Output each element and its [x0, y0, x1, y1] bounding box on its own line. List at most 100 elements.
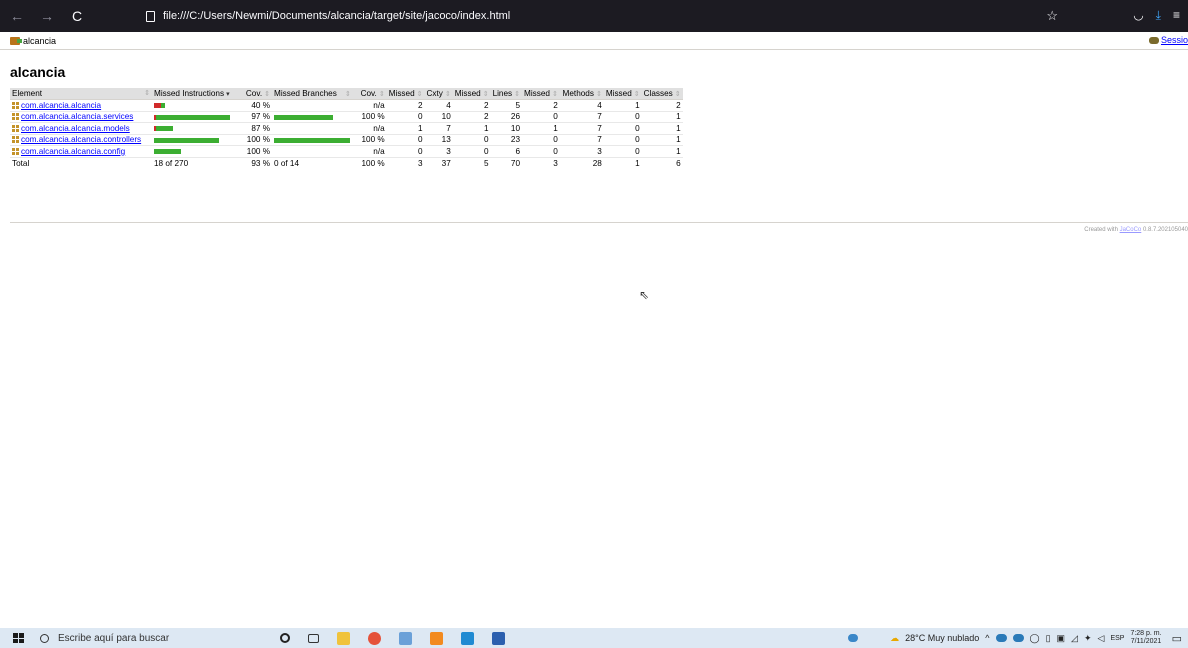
instr-cov: 87 %: [234, 122, 272, 135]
pocket-icon[interactable]: ◡: [1133, 8, 1143, 23]
taskbar-search[interactable]: Escribe aquí para buscar: [40, 633, 250, 644]
lines: 23: [490, 134, 523, 146]
total-label: Total: [10, 156, 152, 169]
package-link[interactable]: com.alcancia.alcancia.models: [21, 124, 130, 133]
element-cell: com.alcancia.alcancia: [10, 99, 152, 112]
methods-missed: 1: [522, 122, 560, 135]
file-explorer-icon[interactable]: [337, 631, 350, 645]
col-missed-instructions[interactable]: Missed Instructions ▾: [152, 88, 234, 100]
col-missed-branches[interactable]: Missed Branches ⇕: [272, 88, 353, 100]
word-icon[interactable]: [492, 631, 505, 645]
package-link[interactable]: com.alcancia.alcancia.config: [21, 147, 125, 156]
total-lines: 70: [490, 156, 523, 169]
app-icon[interactable]: [399, 631, 412, 645]
col-branch-cov[interactable]: Cov. ⇕: [352, 88, 387, 100]
forward-icon[interactable]: →: [40, 8, 54, 24]
address-bar[interactable]: file:///C:/Users/Newmi/Documents/alcanci…: [140, 5, 1078, 27]
menu-icon[interactable]: ≡: [1173, 8, 1180, 23]
branch-coverage-bar: [274, 137, 350, 143]
coverage-table: Element ⇕ Missed Instructions ▾ Cov. ⇕ Miss…: [10, 88, 683, 169]
weather-text[interactable]: 28°C Muy nublado: [905, 633, 979, 643]
methods: 7: [559, 134, 604, 146]
lines: 5: [490, 99, 523, 112]
cxty: 7: [424, 122, 453, 135]
total-cxty: 37: [424, 156, 453, 169]
instr-bar-cell: [152, 122, 234, 135]
covered-bar: [274, 114, 333, 120]
classes: 1: [641, 122, 683, 135]
footer-version: 0.8.7.202105040: [1141, 227, 1188, 233]
wifi-icon[interactable]: ◿: [1071, 633, 1078, 644]
col-lines-missed[interactable]: Missed ⇕: [452, 88, 491, 100]
col-methods[interactable]: Methods ⇕: [559, 88, 604, 100]
battery-icon[interactable]: ▯: [1046, 633, 1051, 644]
classes-missed: 0: [603, 134, 642, 146]
element-cell: com.alcancia.alcancia.controllers: [10, 134, 152, 146]
lines-missed: 1: [452, 122, 491, 135]
package-link[interactable]: com.alcancia.alcancia.controllers: [21, 135, 141, 144]
vscode-icon[interactable]: [461, 631, 474, 645]
sessions-label[interactable]: Sessio: [1161, 35, 1188, 45]
jacoco-link[interactable]: JaCoCo: [1120, 227, 1142, 233]
language-indicator[interactable]: ESP: [1110, 635, 1124, 642]
package-link[interactable]: com.alcancia.alcancia.services: [21, 112, 133, 121]
help-icon[interactable]: [848, 634, 859, 642]
sessions-link[interactable]: Sessio: [1148, 35, 1188, 45]
lines: 26: [490, 111, 523, 123]
firefox-icon[interactable]: [368, 631, 381, 645]
page-content: alcancia Sessio alcancia Element ⇕ Missed…: [0, 32, 1188, 628]
total-branch: 0 of 14: [272, 156, 353, 169]
back-icon[interactable]: ←: [10, 8, 24, 24]
lines: 6: [490, 145, 523, 158]
notifications-icon[interactable]: ▭: [1172, 632, 1182, 645]
table-header-row: Element ⇕ Missed Instructions ▾ Cov. ⇕ Miss…: [10, 88, 683, 100]
search-placeholder[interactable]: Escribe aquí para buscar: [58, 633, 169, 644]
clock[interactable]: 7:28 p. m. 7/11/2021: [1130, 630, 1161, 646]
network-icon[interactable]: ◯: [1030, 633, 1040, 644]
methods-missed: 0: [522, 111, 560, 123]
col-classes-missed[interactable]: Missed ⇕: [603, 88, 642, 100]
package-link[interactable]: com.alcancia.alcancia: [21, 101, 101, 110]
methods: 7: [559, 111, 604, 123]
cloud-icon[interactable]: [995, 634, 1007, 642]
cxty-missed: 0: [386, 134, 425, 146]
nav-buttons: ← → C: [10, 8, 150, 24]
instr-bar-cell: [152, 134, 234, 146]
url-text[interactable]: file:///C:/Users/Newmi/Documents/alcanci…: [163, 10, 510, 22]
covered-bar: [274, 137, 350, 143]
col-cxty-missed[interactable]: Missed ⇕: [386, 88, 425, 100]
breadcrumb: alcancia Sessio: [0, 32, 1188, 50]
classes: 1: [641, 111, 683, 123]
col-element[interactable]: Element ⇕: [10, 88, 152, 100]
onedrive-icon[interactable]: [1012, 634, 1024, 642]
col-classes[interactable]: Classes ⇕: [641, 88, 683, 100]
instr-cov: 97 %: [234, 111, 272, 123]
office-icon[interactable]: [430, 631, 443, 645]
total-branch-cov: 100 %: [352, 156, 387, 169]
branch-bar-cell: [272, 99, 353, 112]
instr-coverage-bar: [154, 126, 173, 132]
windows-start-icon[interactable]: [13, 633, 25, 643]
cortana-icon[interactable]: [280, 633, 290, 643]
col-methods-missed[interactable]: Missed ⇕: [522, 88, 560, 100]
branch-cov: n/a: [352, 122, 387, 135]
methods: 3: [559, 145, 604, 158]
task-view-icon[interactable]: [308, 633, 319, 643]
footer: Created with JaCoCo 0.8.7.202105040: [1084, 227, 1188, 233]
reload-icon[interactable]: C: [70, 8, 84, 24]
download-icon[interactable]: ⤓: [1156, 8, 1161, 23]
cxty-missed: 2: [386, 99, 425, 112]
chevron-up-icon[interactable]: ^: [985, 633, 989, 643]
bluetooth-icon[interactable]: ✦: [1084, 633, 1092, 644]
col-lines[interactable]: Lines ⇕: [490, 88, 523, 100]
footer-divider: [10, 222, 1188, 223]
display-icon[interactable]: ▣: [1057, 633, 1066, 644]
volume-icon[interactable]: ◁: [1098, 633, 1105, 644]
col-cxty[interactable]: Cxty ⇕: [424, 88, 453, 100]
total-cxty-missed: 3: [386, 156, 425, 169]
covered-bar: [156, 126, 173, 132]
instr-cov: 100 %: [234, 134, 272, 146]
col-instr-cov[interactable]: Cov. ⇕: [234, 88, 272, 100]
branch-bar-cell: [272, 145, 353, 158]
bookmark-star-icon[interactable]: ☆: [1046, 8, 1058, 24]
